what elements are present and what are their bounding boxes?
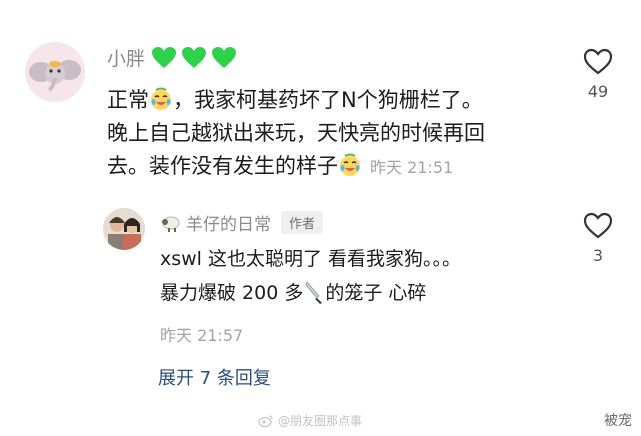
comment-username-row: 小胖 <box>107 44 237 71</box>
comment-body: 正常 ，我家柯基药坏了N个狗栅栏了。 晚上自己越狱出来玩，天快亮的时候再回 去。装… <box>107 84 547 184</box>
like-count: 49 <box>587 82 609 101</box>
sheep-icon <box>162 216 180 232</box>
reply-body: xswl 这也太聪明了 看看我家狗。。。 暴力爆破 200 多的笼子 心碎 <box>160 242 560 310</box>
heart-outline-icon <box>583 212 613 239</box>
reply-line: xswl 这也太聪明了 看看我家狗。。。 <box>160 248 462 270</box>
green-heart-icon <box>182 46 207 68</box>
like-count: 3 <box>592 246 604 265</box>
expand-replies-link[interactable]: 展开 7 条回复 <box>158 364 271 390</box>
heart-outline-icon <box>583 48 613 75</box>
avatar[interactable] <box>25 42 85 102</box>
comment-line: 正常 ，我家柯基药坏了N个狗栅栏了。 <box>107 87 483 112</box>
reply-timestamp: 昨天 21:57 <box>160 326 244 345</box>
comment-line: 晚上自己越狱出来玩，天快亮的时候再回 <box>107 121 485 145</box>
watermark: @朋友圈那点事 <box>258 412 362 429</box>
couple-photo-avatar-icon <box>103 208 145 250</box>
green-hearts <box>151 46 237 70</box>
corner-watermark: 被宠 <box>604 413 632 429</box>
green-heart-icon <box>152 46 177 68</box>
dumbo-avatar-icon <box>25 42 85 102</box>
comment-username[interactable]: 小胖 <box>107 44 145 71</box>
author-tag: 作者 <box>281 211 324 234</box>
knife-emoji-icon <box>305 281 323 304</box>
reply-avatar[interactable] <box>103 208 145 250</box>
watermark-text: @朋友圈那点事 <box>278 414 363 428</box>
crying-laughing-emoji-icon <box>151 87 171 110</box>
reply-line: 暴力爆破 200 多的笼子 心碎 <box>160 276 560 310</box>
weibo-logo-icon <box>258 414 273 427</box>
comment-timestamp: 昨天 21:51 <box>370 158 454 177</box>
comment-like-button[interactable]: 49 <box>578 48 618 101</box>
green-heart-icon <box>212 46 237 68</box>
reply-username[interactable]: 羊仔的日常 <box>186 210 271 235</box>
comment-line: 去。装作没有发生的样子 昨天 21:51 <box>107 153 454 178</box>
reply-username-row: 羊仔的日常 作者 <box>160 210 324 235</box>
reply-like-button[interactable]: 3 <box>578 212 618 265</box>
crying-laughing-emoji-icon <box>340 153 360 176</box>
